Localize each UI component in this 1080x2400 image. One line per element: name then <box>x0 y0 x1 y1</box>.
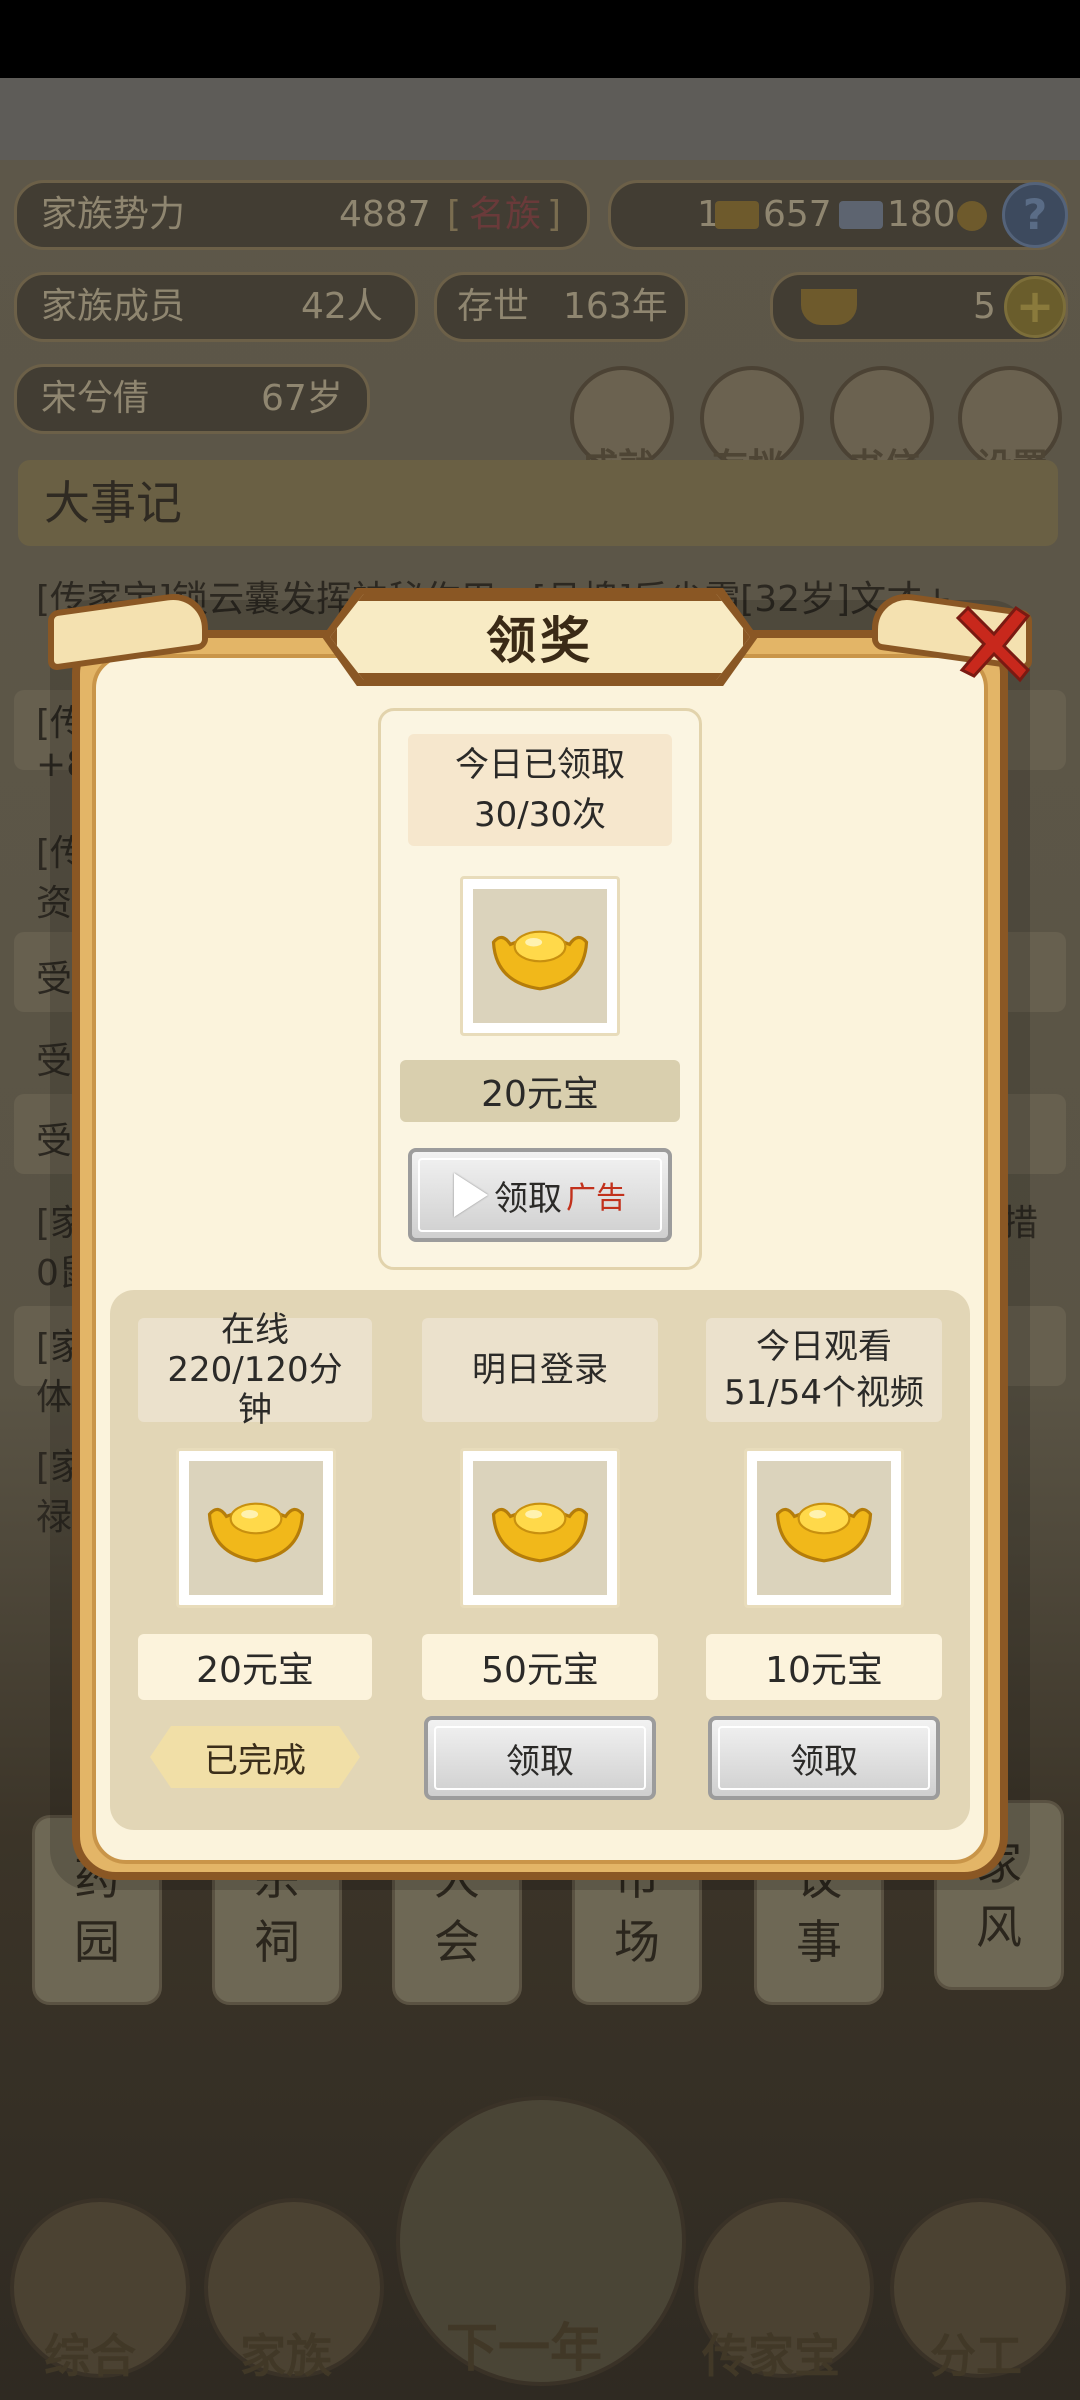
gold-ingot-icon <box>491 930 589 991</box>
plus-icon[interactable]: + <box>1004 276 1066 338</box>
help-icon[interactable]: ? <box>1002 182 1068 248</box>
existence-label: 存世 <box>457 286 530 327</box>
task-online-condition: 在线 220/120分 钟 <box>138 1310 372 1430</box>
nav-label: 传家宝 <box>702 2329 840 2383</box>
claim-label: 领取 <box>506 1741 574 1782</box>
gold-ingot-icon <box>491 1502 589 1563</box>
nav-label: 下一年 <box>446 2319 603 2379</box>
existence-panel: 存世 163年 <box>434 272 688 342</box>
condition-line: 明日登录 <box>472 1350 608 1390</box>
condition-line: 在线 <box>221 1310 289 1350</box>
nav-label: 家族 <box>240 2329 332 2383</box>
status-bar <box>0 0 1080 78</box>
members-label: 家族成员 <box>41 286 186 327</box>
existence-value: 163年 <box>563 286 668 327</box>
leader-name: 宋兮倩 <box>41 378 150 419</box>
nav-label: 分工 <box>930 2329 1022 2383</box>
condition-line: 今日观看 <box>756 1327 892 1367</box>
clan-power-panel: 家族势力 4887 [ 名族 ] <box>14 180 590 250</box>
ad-claim-status: 今日已领取 30/30次 <box>408 734 672 846</box>
members-panel: 家族成员 42人 <box>14 272 418 342</box>
claim-label: 领取 <box>790 1741 858 1782</box>
ad-reward-amount: 20元宝 <box>400 1060 680 1122</box>
modal-title: 领奖 <box>486 612 594 670</box>
clan-power-label: 家族势力 <box>41 194 186 235</box>
currency-panel: 1 657 180 <box>608 180 1068 250</box>
silver-bar-icon <box>839 201 883 229</box>
events-title: 大事记 <box>18 460 1058 546</box>
clan-rank: 名族 <box>469 194 542 235</box>
condition-line: 51/54个视频 <box>724 1373 924 1413</box>
gold-ingot-icon <box>801 289 857 325</box>
task-video-item-frame <box>744 1448 904 1608</box>
ad-claim-status-line2: 30/30次 <box>474 795 606 835</box>
task-online-item-frame <box>176 1448 336 1608</box>
task-video-claim-button[interactable]: 领取 <box>708 1716 940 1800</box>
task-login-claim-button[interactable]: 领取 <box>424 1716 656 1800</box>
task-login-condition: 明日登录 <box>422 1318 658 1422</box>
nav-label: 综合 <box>44 2329 136 2383</box>
task-online-reward: 20元宝 <box>138 1634 372 1700</box>
ingot-count: 5 <box>973 286 996 327</box>
ad-claim-button[interactable]: 领取 广告 <box>408 1148 672 1242</box>
ad-reward-item-frame <box>460 876 620 1036</box>
clan-power-value: 4887 <box>339 194 431 235</box>
copper-count: 180 <box>887 194 956 235</box>
leader-panel[interactable]: 宋兮倩 67岁 <box>14 364 370 434</box>
task-online-completed-badge: 已完成 <box>150 1726 360 1788</box>
members-value: 42人 <box>301 286 383 327</box>
modal-title-plate: 领奖 <box>330 594 750 680</box>
close-icon[interactable] <box>944 596 1034 686</box>
top-backdrop <box>0 78 1080 160</box>
task-login-reward: 50元宝 <box>422 1634 658 1700</box>
task-video-reward: 10元宝 <box>706 1634 942 1700</box>
gold-ingot-icon <box>207 1502 305 1563</box>
ad-claim-status-line1: 今日已领取 <box>455 745 625 785</box>
condition-line: 钟 <box>238 1390 272 1430</box>
silver-bars-count: 657 <box>763 194 832 235</box>
task-video-condition: 今日观看 51/54个视频 <box>706 1318 942 1422</box>
gold-ingot-icon <box>775 1502 873 1563</box>
condition-line: 220/120分 <box>167 1350 343 1390</box>
gold-bar-icon <box>715 201 759 229</box>
play-icon <box>454 1173 488 1217</box>
task-login-item-frame <box>460 1448 620 1608</box>
coin-icon <box>957 201 987 231</box>
leader-age: 67岁 <box>261 378 343 419</box>
